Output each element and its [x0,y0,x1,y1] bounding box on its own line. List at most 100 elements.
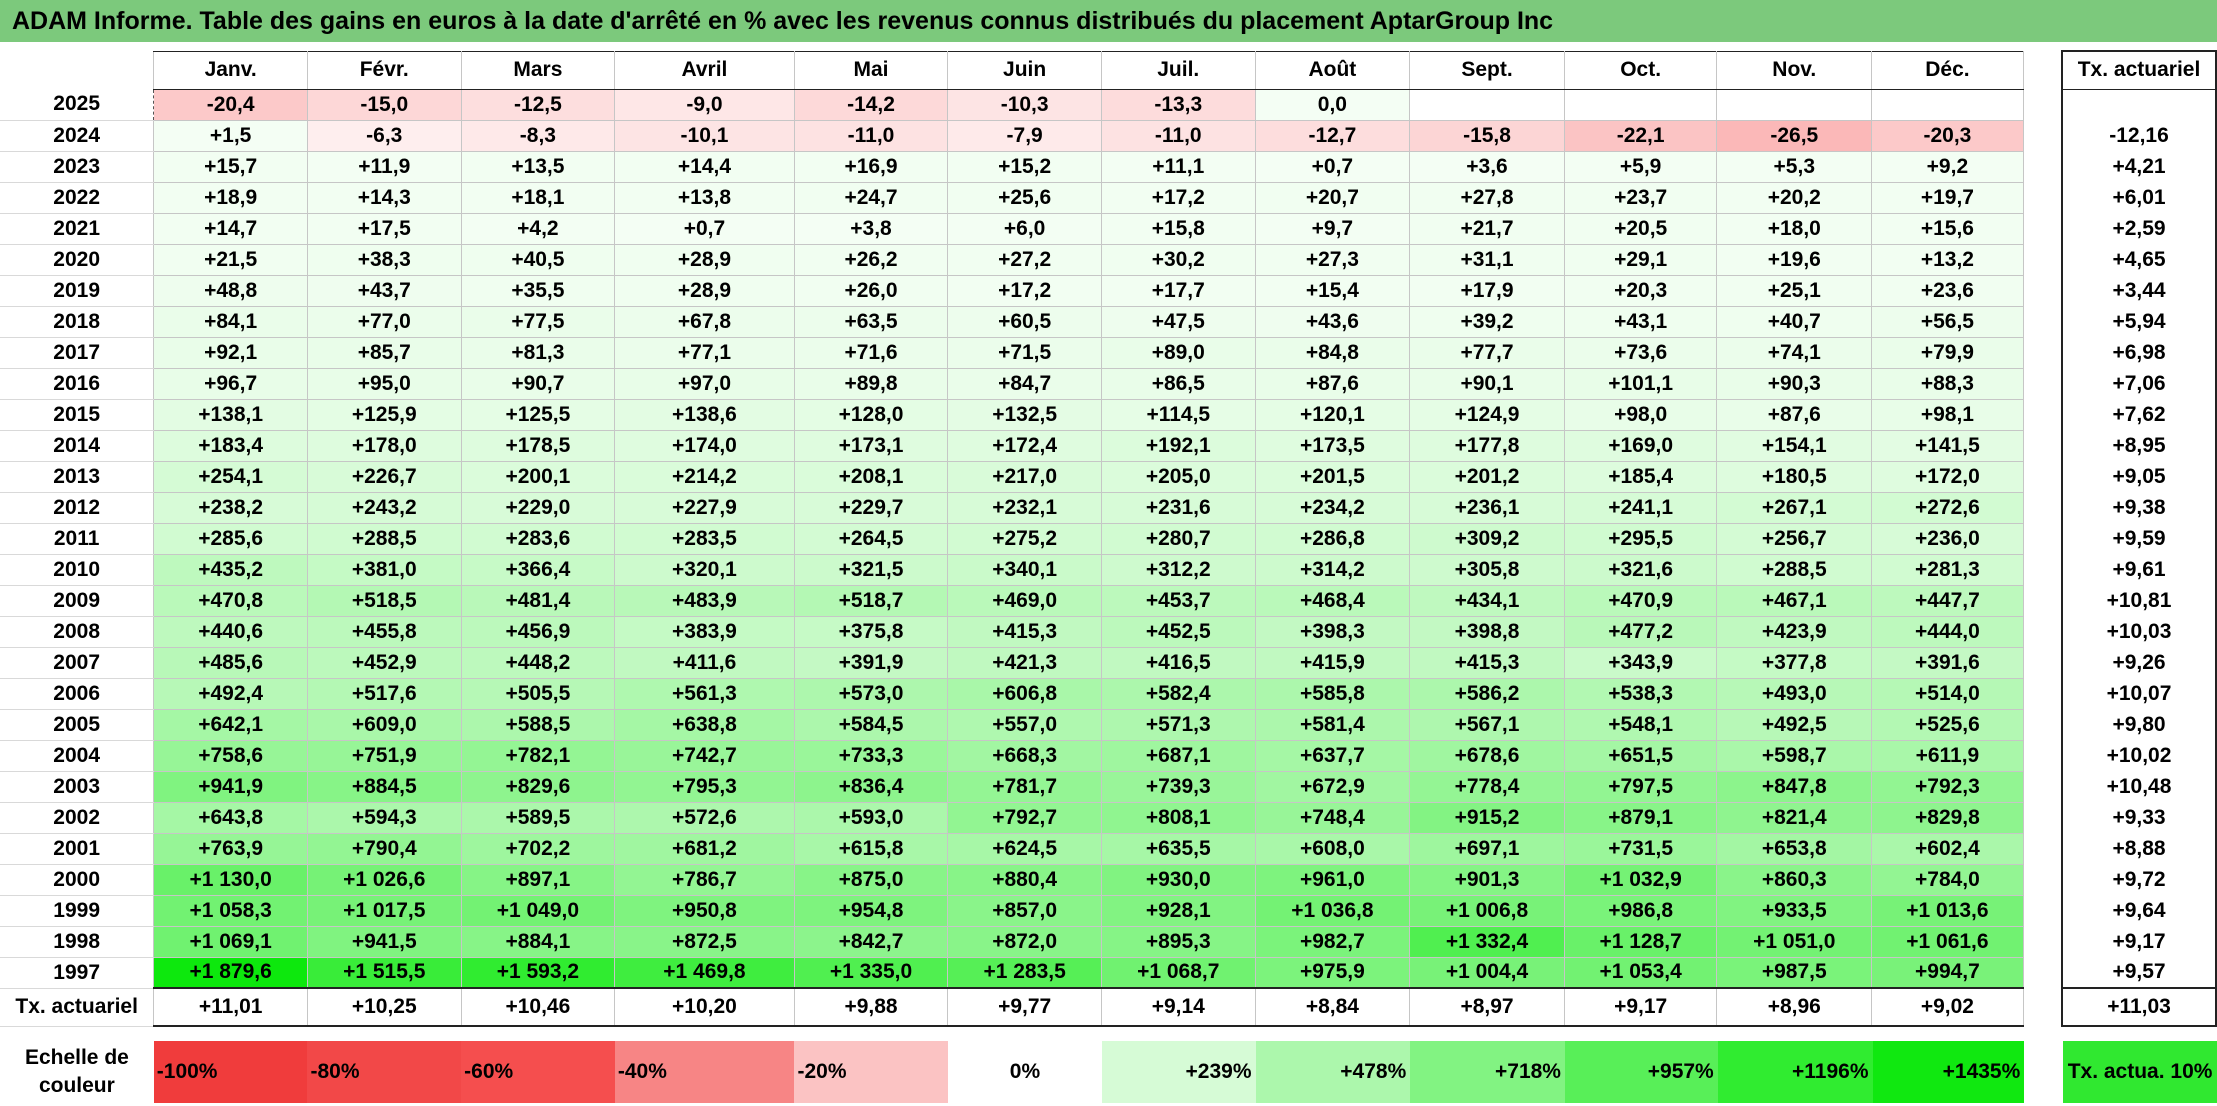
year-cell: 2022 [0,182,154,214]
value-cell: +0,7 [1254,150,1411,183]
value-cell: +751,9 [306,739,462,772]
total-value-cell: +8,97 [1409,987,1565,1027]
tx-actuariel-cell: +9,64 [2061,895,2217,926]
value-cell: +895,3 [1100,925,1256,958]
value-cell: +901,3 [1409,863,1565,896]
value-cell: +201,5 [1254,460,1411,493]
legend-swatch: -40% [614,1041,795,1103]
value-cell: +172,0 [1871,460,2024,493]
value-cell: +483,9 [614,584,795,617]
value-cell: +87,6 [1254,367,1411,400]
column-gap [2024,1041,2063,1103]
value-cell: +879,1 [1563,801,1718,834]
value-cell: +81,3 [460,336,616,369]
value-cell: +25,1 [1716,274,1873,307]
value-cell: +63,5 [793,305,949,338]
value-cell: +77,7 [1409,336,1565,369]
value-cell: -15,8 [1409,119,1565,152]
total-label: Tx. actuariel [0,988,154,1027]
value-cell: +39,2 [1409,305,1565,338]
value-cell: +15,4 [1254,274,1411,307]
tx-actuariel-cell: +5,94 [2061,306,2217,337]
value-cell: +29,1 [1563,243,1718,276]
year-cell: 2007 [0,647,154,679]
value-cell: +514,0 [1871,677,2024,710]
value-cell: +624,5 [947,832,1102,865]
value-cell: +1 006,8 [1409,894,1565,927]
value-cell: -8,3 [460,119,616,152]
value-cell: +88,3 [1871,367,2024,400]
value-cell: +283,6 [460,522,616,555]
value-cell: +272,6 [1871,491,2024,524]
value-cell: +697,1 [1409,832,1565,865]
value-cell: +5,9 [1563,150,1718,183]
value-cell: +1 049,0 [460,894,616,927]
tx-actuariel-cell: +8,88 [2061,833,2217,864]
value-cell: +217,0 [947,460,1102,493]
year-cell: 2002 [0,802,154,834]
value-cell: +77,0 [306,305,462,338]
month-header: Avril [614,50,795,90]
value-cell: +89,0 [1100,336,1256,369]
value-cell: +448,2 [460,646,616,679]
column-gap [2023,988,2063,1026]
value-cell: +733,3 [793,739,949,772]
value-cell: +795,3 [614,770,795,803]
column-gap [2023,275,2063,306]
value-cell: +13,5 [460,150,616,183]
month-header: Mai [793,50,949,90]
value-cell: +288,5 [306,522,462,555]
year-cell: 2018 [0,306,154,338]
column-gap [2023,182,2063,213]
value-cell: +84,7 [947,367,1102,400]
value-cell: -12,7 [1254,119,1411,152]
value-cell: +21,7 [1409,212,1565,245]
value-cell: -6,3 [306,119,462,152]
tx-actuariel-cell: +10,02 [2061,740,2217,771]
year-cell: 2017 [0,337,154,369]
value-cell: +138,6 [614,398,795,431]
value-cell [1409,88,1565,121]
value-cell [1563,88,1718,121]
value-cell: +435,2 [153,553,308,586]
value-cell: +653,8 [1716,832,1873,865]
value-cell: +375,8 [793,615,949,648]
value-cell: +31,1 [1409,243,1565,276]
table-row: 2003 +941,9 +884,5 +829,6 +795,3 +836,4 +781,7… [0,770,2217,803]
value-cell: +214,2 [614,460,795,493]
value-cell: +493,0 [1716,677,1873,710]
value-cell: +860,3 [1716,863,1873,896]
value-cell: +26,2 [793,243,949,276]
year-cell: 2001 [0,833,154,865]
value-cell: +74,1 [1716,336,1873,369]
value-cell: +792,3 [1871,770,2024,803]
value-cell: +264,5 [793,522,949,555]
value-cell: +25,6 [947,181,1102,214]
legend-label: Echelle de couleur [24,1046,129,1097]
value-cell: +642,1 [153,708,308,741]
value-cell: +154,1 [1716,429,1873,462]
value-cell: +961,0 [1254,863,1411,896]
value-cell: +786,7 [614,863,795,896]
value-cell: +28,9 [614,243,795,276]
value-cell: +880,4 [947,863,1102,896]
value-cell: +87,6 [1716,398,1873,431]
value-cell: +9,2 [1871,150,2024,183]
tx-actuariel-cell: +4,21 [2061,151,2217,182]
table-row: 2010 +435,2 +381,0 +366,4 +320,1 +321,5 +340,1… [0,553,2217,586]
value-cell: +3,6 [1409,150,1565,183]
value-cell: +1 026,6 [306,863,462,896]
value-cell: +567,1 [1409,708,1565,741]
value-cell: +43,7 [306,274,462,307]
value-cell: +38,3 [306,243,462,276]
value-cell: +17,9 [1409,274,1565,307]
value-cell: +593,0 [793,801,949,834]
column-gap [2023,244,2063,275]
value-cell: +173,1 [793,429,949,462]
value-cell: -26,5 [1716,119,1873,152]
value-cell: +398,8 [1409,615,1565,648]
value-cell: +132,5 [947,398,1102,431]
tx-actuariel-cell: +9,26 [2061,647,2217,678]
tx-actuariel-header: Tx. actuariel [2061,50,2217,90]
value-cell: +572,6 [614,801,795,834]
